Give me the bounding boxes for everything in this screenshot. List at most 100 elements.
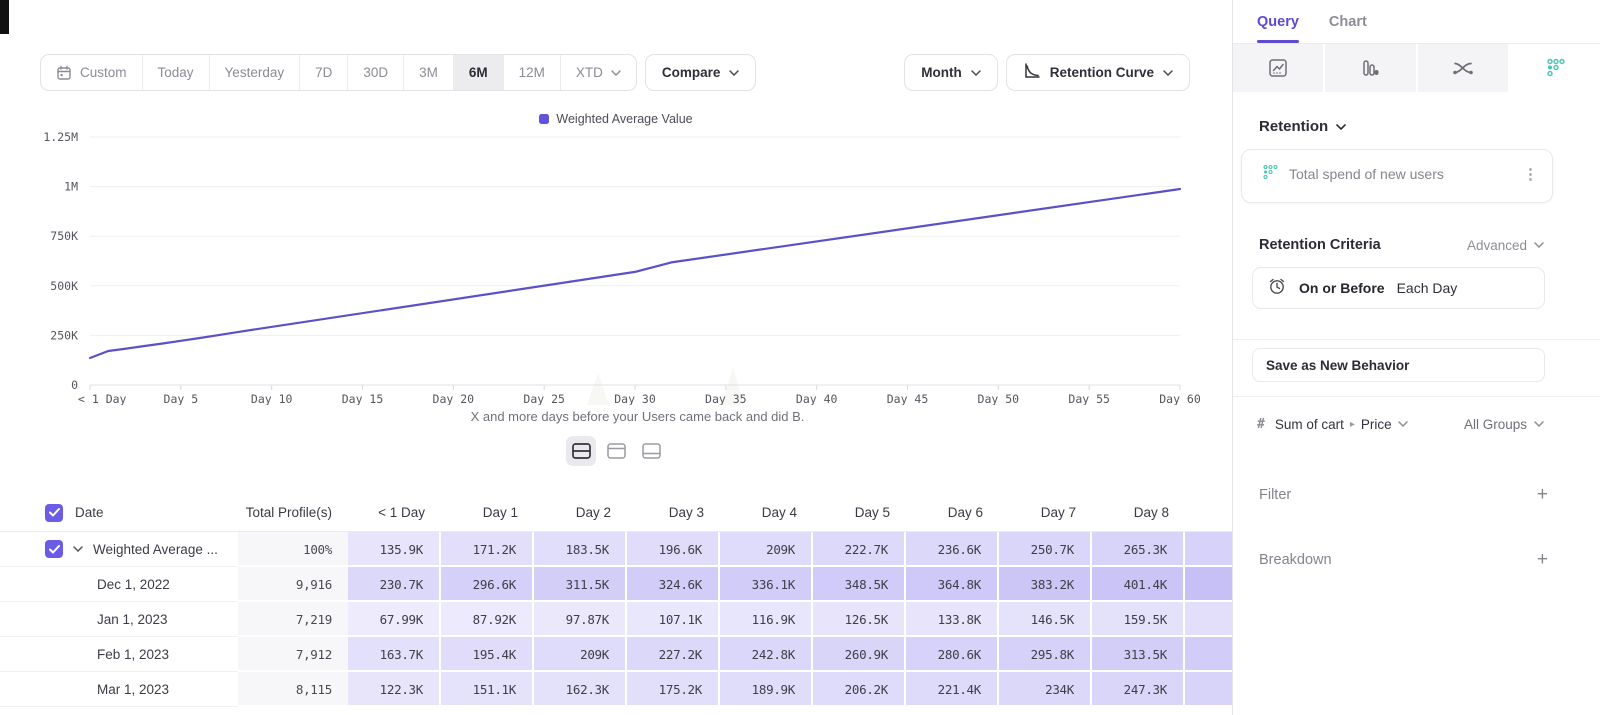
retention-value-cell: 348.5K <box>813 567 906 602</box>
window-corner-decoration <box>0 0 9 34</box>
retention-value-cell: 401.4K <box>1092 567 1185 602</box>
split-view-icon[interactable] <box>566 436 596 466</box>
retention-value-cell: 171.2K <box>441 532 534 567</box>
retention-criteria-row: Retention Criteria Advanced <box>1259 237 1544 253</box>
timing-value-label: Each Day <box>1397 280 1458 296</box>
chart-style-label: Retention Curve <box>1050 65 1154 80</box>
insights-chart-icon[interactable] <box>1233 44 1323 92</box>
property-arrow-icon: ▸ <box>1350 419 1355 430</box>
chevron-down-icon <box>1163 70 1173 76</box>
number-property-icon: # <box>1257 417 1265 432</box>
svg-text:Day 50: Day 50 <box>978 392 1020 405</box>
chevron-down-icon <box>971 70 981 76</box>
table-header-total: Total Profile(s) <box>238 494 348 532</box>
retention-table: DateTotal Profile(s)< 1 DayDay 1Day 2Day… <box>0 494 1232 707</box>
retention-value-cell: 222.7K <box>813 532 906 567</box>
chart-caption: X and more days before your Users came b… <box>0 409 1275 424</box>
bar-chart-icon[interactable] <box>1325 44 1415 92</box>
sidebar-tabs: Query Chart <box>1233 0 1600 44</box>
chart-style-button[interactable]: Retention Curve <box>1006 54 1190 91</box>
retention-chart-icon[interactable] <box>1510 44 1600 92</box>
compare-button[interactable]: Compare <box>645 54 757 91</box>
add-breakdown-button[interactable]: + <box>1537 550 1548 569</box>
total-profiles-cell: 9,916 <box>238 567 348 602</box>
svg-text:0: 0 <box>71 378 78 392</box>
measure-property-select[interactable]: Sum of cart ▸ Price <box>1275 417 1408 432</box>
svg-text:Day 30: Day 30 <box>614 392 656 405</box>
behavior-title: Total spend of new users <box>1289 166 1444 182</box>
group-select[interactable]: All Groups <box>1464 417 1544 432</box>
retention-value-cell: 324.6K <box>627 567 720 602</box>
table-header-day: Day 6 <box>906 494 999 532</box>
range-6m[interactable]: 6M <box>454 55 504 90</box>
criteria-mode-select[interactable]: Advanced <box>1467 238 1544 253</box>
row-checkbox[interactable] <box>45 540 63 558</box>
retention-value-cell: 183.5K <box>534 532 627 567</box>
retention-value-cell: 227.2K <box>627 637 720 672</box>
range-yesterday[interactable]: Yesterday <box>210 55 301 90</box>
table-header-sliver <box>1185 494 1232 532</box>
svg-text:1M: 1M <box>64 180 78 194</box>
retention-value-cell: 234K <box>999 672 1092 707</box>
granularity-button[interactable]: Month <box>904 54 997 91</box>
filter-label: Filter <box>1259 487 1291 503</box>
clipped-value-cell <box>1185 637 1232 672</box>
total-profiles-cell: 7,219 <box>238 602 348 637</box>
retention-value-cell: 296.6K <box>441 567 534 602</box>
svg-text:Day 35: Day 35 <box>705 392 747 405</box>
behavior-header[interactable]: Total spend of new users ⋮ <box>1254 162 1540 188</box>
chevron-down-icon <box>729 70 739 76</box>
range-3m[interactable]: 3M <box>404 55 454 90</box>
select-all-checkbox[interactable] <box>45 504 63 522</box>
retention-value-cell: 313.5K <box>1092 637 1185 672</box>
date-range-control: CustomTodayYesterday7D30D3M6M12MXTD <box>40 54 637 91</box>
table-row-label: Mar 1, 2023 <box>0 672 238 707</box>
tab-chart[interactable]: Chart <box>1329 0 1367 43</box>
retention-value-cell: 230.7K <box>348 567 441 602</box>
table-only-view-icon[interactable] <box>636 436 666 466</box>
table-header-day: < 1 Day <box>348 494 441 532</box>
retention-value-cell: 151.1K <box>441 672 534 707</box>
svg-text:Day 40: Day 40 <box>796 392 838 405</box>
svg-text:Day 45: Day 45 <box>887 392 929 405</box>
add-filter-button[interactable]: + <box>1537 485 1548 504</box>
svg-text:500K: 500K <box>50 279 78 293</box>
range-7d[interactable]: 7D <box>300 55 348 90</box>
range-xtd[interactable]: XTD <box>561 55 636 90</box>
table-header-day: Day 1 <box>441 494 534 532</box>
divider <box>1233 339 1600 340</box>
svg-text:Day 15: Day 15 <box>342 392 384 405</box>
clipped-value-cell <box>1185 602 1232 637</box>
retention-value-cell: 209K <box>720 532 813 567</box>
measurement-select[interactable]: Retention <box>1259 118 1600 135</box>
table-header-date: Date <box>0 494 238 532</box>
table-header-day: Day 7 <box>999 494 1092 532</box>
svg-text:Day 5: Day 5 <box>164 392 199 405</box>
retention-report-page: CustomTodayYesterday7D30D3M6M12MXTD Comp… <box>0 0 1600 715</box>
tab-query[interactable]: Query <box>1257 0 1299 43</box>
table-header-day: Day 8 <box>1092 494 1185 532</box>
range-today[interactable]: Today <box>143 55 210 90</box>
retention-value-cell: 364.8K <box>906 567 999 602</box>
flows-chart-icon[interactable] <box>1418 44 1508 92</box>
retention-timing-card[interactable]: On or Before Each Day <box>1252 267 1545 309</box>
retention-value-cell: 67.99K <box>348 602 441 637</box>
kebab-menu-icon[interactable]: ⋮ <box>1523 167 1538 182</box>
range-30d[interactable]: 30D <box>348 55 404 90</box>
range-12m[interactable]: 12M <box>504 55 561 90</box>
table-header-day: Day 5 <box>813 494 906 532</box>
retention-value-cell: 311.5K <box>534 567 627 602</box>
retention-line-chart[interactable]: 0250K500K750K1M1.25M< 1 DayDay 5Day 10Da… <box>0 105 1232 405</box>
row-expand-chevron-icon[interactable] <box>73 546 83 552</box>
retention-value-cell: 87.92K <box>441 602 534 637</box>
save-as-new-behavior-button[interactable]: Save as New Behavior <box>1252 348 1545 382</box>
range-custom[interactable]: Custom <box>41 55 143 90</box>
retention-value-cell: 221.4K <box>906 672 999 707</box>
retention-table-section: DateTotal Profile(s)< 1 DayDay 1Day 2Day… <box>0 494 1232 707</box>
chart-only-view-icon[interactable] <box>601 436 631 466</box>
svg-text:250K: 250K <box>50 328 78 342</box>
chevron-down-icon <box>1534 421 1544 427</box>
table-header-day: Day 3 <box>627 494 720 532</box>
retention-value-cell: 133.8K <box>906 602 999 637</box>
behavior-card: Total spend of new users ⋮ <box>1241 149 1553 203</box>
